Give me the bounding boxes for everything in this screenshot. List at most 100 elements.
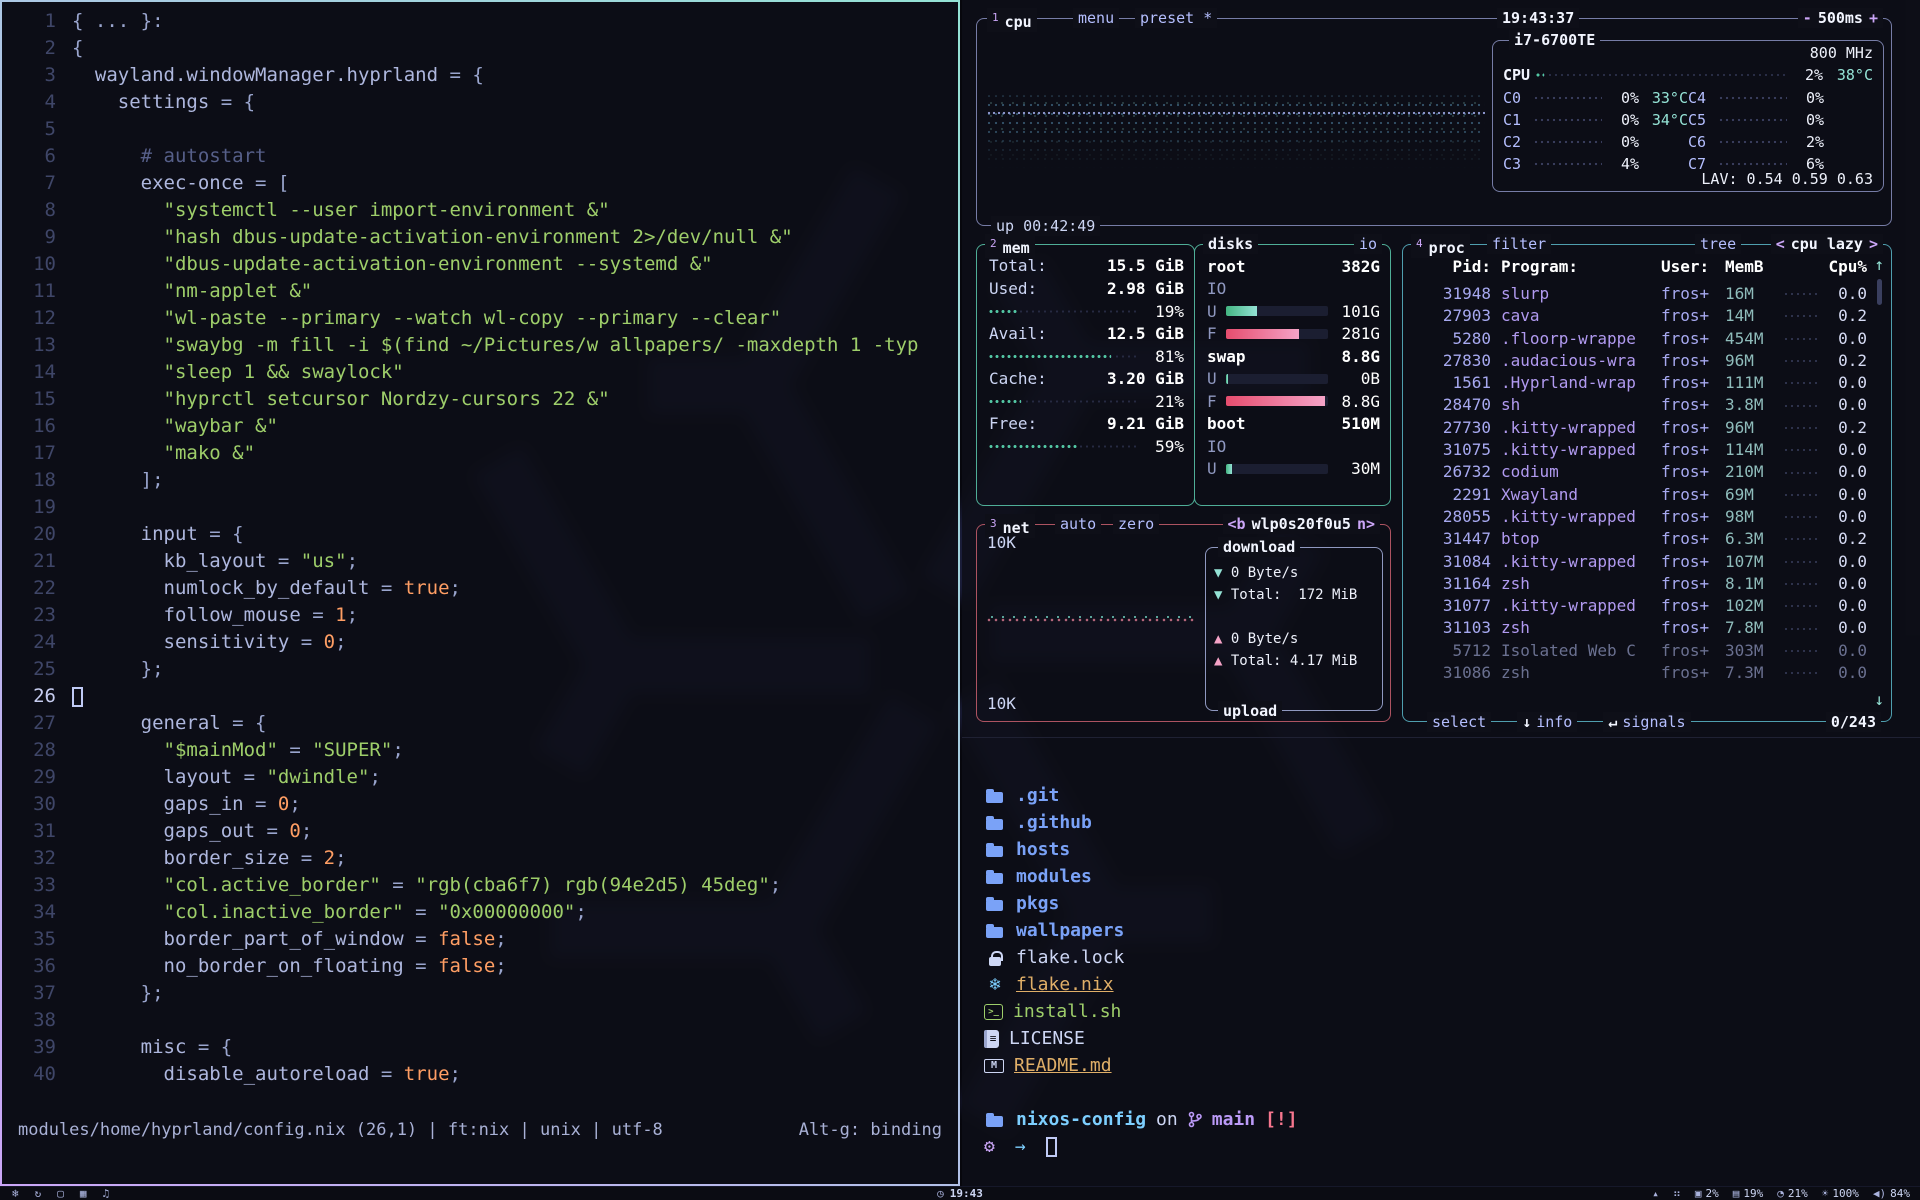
waybar-keyboard-icon[interactable]: ▦ [80,1187,87,1200]
waybar-power-icon[interactable]: ↻ [35,1187,42,1200]
code-text: kb_layout = "us"; [72,548,358,575]
line-number: 7 [8,170,56,197]
process-row[interactable]: 27903cavafros+14M0.2 [1413,305,1867,327]
iface-next-button[interactable]: n> [1357,515,1375,533]
core-pct: 0% [1792,89,1824,107]
header-program[interactable]: Program: [1491,257,1661,276]
terminal-icon: >_ [984,1004,1003,1020]
waybar-temperature-module[interactable]: ◔21% [1777,1187,1808,1200]
header-pid[interactable]: Pid: [1413,257,1491,276]
waybar-memory-module[interactable]: ▤19% [1733,1187,1764,1200]
proc-footer-info-button[interactable]: ↓info [1517,712,1577,732]
header-user[interactable]: User: [1661,257,1725,276]
process-row[interactable]: 26732codiumfros+210M0.0 [1413,461,1867,483]
net-scale-top: 10K [987,533,1016,552]
line-number: 29 [8,764,56,791]
code-token: = { [209,91,255,113]
waybar-volume-module[interactable]: ◀)84% [1873,1187,1910,1200]
code-line: 11 "nm-applet &" [8,278,958,305]
download-label-chip: download [1218,537,1300,557]
line-number: 35 [8,926,56,953]
header-cpu[interactable]: Cpu% [1823,257,1867,276]
process-row[interactable]: 2291Xwaylandfros+69M0.0 [1413,484,1867,506]
process-row[interactable]: 31948slurpfros+16M0.0 [1413,283,1867,305]
sort-next-button[interactable]: > [1869,235,1878,253]
disks-box-title[interactable]: disks [1203,234,1258,254]
file-name: flake.nix [1016,974,1114,995]
code-token: 0 [324,631,335,653]
line-number: 31 [8,818,56,845]
mem-meter-pct: 81% [1146,347,1184,366]
process-name: .kitty-wrapped [1491,506,1661,528]
sort-prev-button[interactable]: < [1776,235,1785,253]
process-cpu: 0.2 [1823,350,1867,372]
refresh-minus-button[interactable]: - [1803,9,1812,27]
process-row[interactable]: 27730.kitty-wrappedfros+96M0.2 [1413,417,1867,439]
code-token: general [72,712,221,734]
net-stats-box: download ▼ 0 Byte/s▼ Total: 172 MiB▲ 0 B… [1205,547,1383,711]
proc-footer-signals-button[interactable]: ↵signals [1603,712,1690,732]
process-row[interactable]: 27830.audacious-wrafros+96M0.2 [1413,350,1867,372]
waybar-cpu-module[interactable]: ▣2% [1695,1187,1719,1200]
net-zero-toggle[interactable]: zero [1113,514,1159,534]
proc-tree-toggle[interactable]: tree [1695,234,1741,254]
process-row[interactable]: 5712Isolated Web Cfros+303M0.0 [1413,640,1867,662]
waybar-music-icon[interactable]: ♫ [103,1187,110,1200]
preset-button[interactable]: preset * [1135,8,1217,28]
net-auto-toggle[interactable]: auto [1055,514,1101,534]
shell-input-line[interactable]: ⚙ → [984,1133,1920,1160]
proc-footer-select-button[interactable]: select [1427,712,1491,732]
process-row[interactable]: 31447btopfros+6.3M0.2 [1413,528,1867,550]
waybar-brightness-module[interactable]: ☀100% [1822,1187,1859,1200]
process-row[interactable]: 28470shfros+3.8M0.0 [1413,394,1867,416]
process-row[interactable]: 31164zshfros+8.1M0.0 [1413,573,1867,595]
code-line: 31 gaps_out = 0; [8,818,958,845]
iface-prev-button[interactable]: <b [1228,515,1246,533]
waybar-nixos-icon[interactable]: ❄ [12,1187,19,1200]
process-row[interactable]: 31086zshfros+7.3M0.0 [1413,662,1867,684]
cpu-box-title[interactable]: 1cpu [987,8,1037,32]
refresh-rate-control[interactable]: -500ms+ [1798,8,1883,28]
mem-row: Used:2.98 GiB [989,278,1184,301]
cpu-core-row: C10%34°C [1503,109,1688,131]
process-list[interactable]: 31948slurpfros+16M0.027903cavafros+14M0.… [1413,283,1867,705]
line-number: 6 [8,143,56,170]
code-area[interactable]: 1{ ... }:2{3 wayland.windowManager.hyprl… [8,8,958,1088]
terminal-pane[interactable]: .git.githubhostsmodulespkgswallpapersfla… [962,737,1920,1186]
disks-io-toggle[interactable]: io [1354,234,1382,254]
proc-sort-control[interactable]: <cpu lazy> [1771,234,1883,254]
code-token: wayland.windowManager.hyprland [72,64,438,86]
header-mem[interactable]: MemB [1725,257,1781,276]
process-mem: 107M [1725,551,1781,573]
scroll-down-icon[interactable]: ↓ [1874,690,1884,709]
waybar-tray-dots-module[interactable]: ⠶ [1673,1187,1681,1200]
scroll-up-icon[interactable]: ↑ [1874,255,1884,274]
waybar-clock-module[interactable]: ◷ 19:43 [937,1187,983,1200]
process-row[interactable]: 5280.floorp-wrappefros+454M0.0 [1413,328,1867,350]
code-text: border_size = 2; [72,845,347,872]
process-row[interactable]: 31103zshfros+7.8M0.0 [1413,617,1867,639]
waybar-tray-expand-module[interactable]: ▴ [1652,1187,1659,1200]
process-row[interactable]: 31084.kitty-wrappedfros+107M0.0 [1413,551,1867,573]
process-pid: 31075 [1413,439,1491,461]
mem-hotkey: 2 [990,237,997,250]
editor-pane[interactable]: 1{ ... }:2{3 wayland.windowManager.hyprl… [0,0,960,1186]
code-line: 35 border_part_of_window = false; [8,926,958,953]
process-row[interactable]: 31077.kitty-wrappedfros+102M0.0 [1413,595,1867,617]
footer-label: info [1536,713,1572,731]
line-number: 24 [8,629,56,656]
net-interface-switcher[interactable]: <bwlp0s20f0u5n> [1223,514,1380,534]
waybar-display-icon[interactable]: ▢ [57,1187,64,1200]
process-row[interactable]: 31075.kitty-wrappedfros+114M0.0 [1413,439,1867,461]
process-row[interactable]: 28055.kitty-wrappedfros+98M0.0 [1413,506,1867,528]
core-pct: 0% [1607,111,1639,129]
proc-header-row[interactable]: Pid: Program: User: MemB Cpu% [1413,257,1867,276]
proc-box-title[interactable]: 4proc [1411,234,1470,258]
scrollbar-thumb[interactable] [1877,279,1882,305]
proc-filter-button[interactable]: filter [1487,234,1551,254]
code-line: 27 general = { [8,710,958,737]
code-line: 39 misc = { [8,1034,958,1061]
process-row[interactable]: 1561.Hyprland-wrapfros+111M0.0 [1413,372,1867,394]
refresh-plus-button[interactable]: + [1869,9,1878,27]
menu-button[interactable]: menu [1073,8,1119,28]
